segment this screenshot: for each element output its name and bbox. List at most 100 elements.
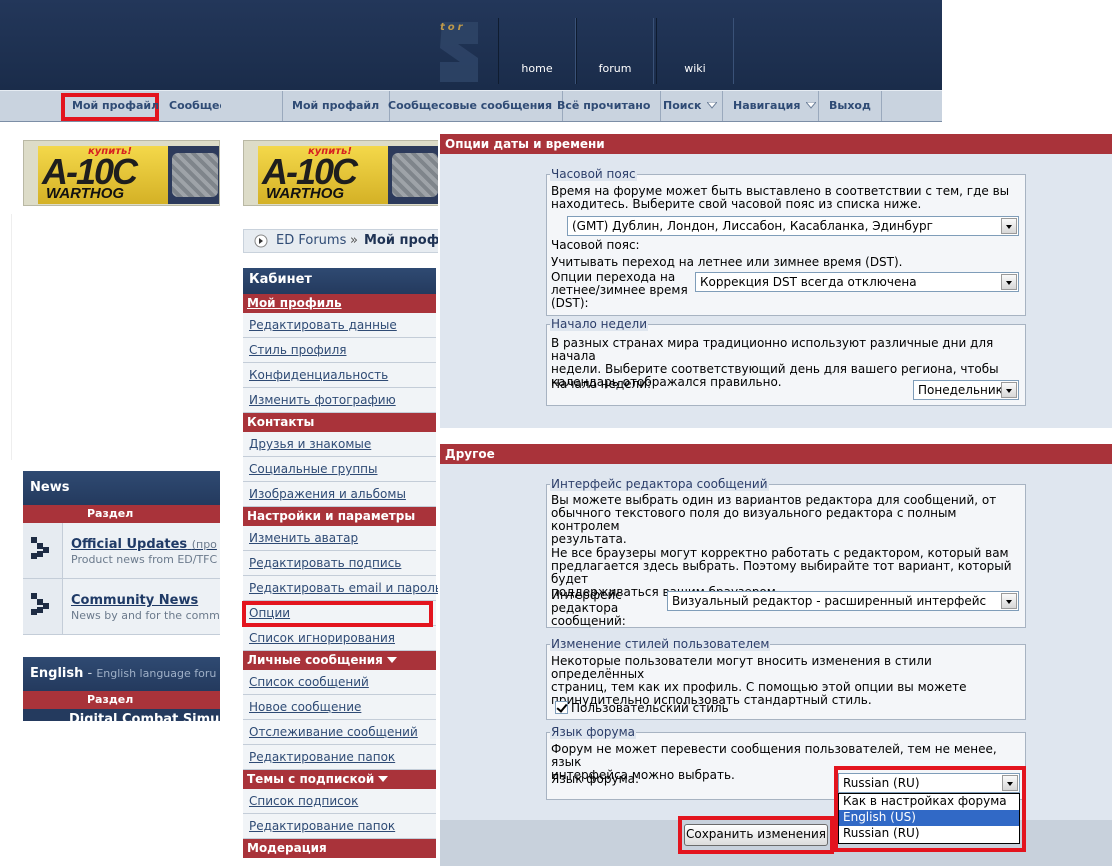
cabinet-link[interactable]: Список подписок — [243, 789, 436, 814]
cabinet-link[interactable]: Редактирование папок — [243, 745, 436, 770]
dst-select[interactable]: Коррекция DST всегда отключена — [695, 272, 1019, 292]
dst-desc: Учитывать переход на летнее или зимнее в… — [551, 255, 903, 269]
cabinet-link[interactable]: Список сообщений — [243, 670, 436, 695]
cabinet-section-title: Контакты — [247, 415, 315, 429]
nav-community-left[interactable]: Сообщес — [159, 91, 221, 121]
news-header[interactable]: News — [23, 471, 220, 505]
chevron-down-icon[interactable] — [378, 776, 389, 782]
nav-search-label: Поиск — [663, 99, 702, 112]
week-start-select[interactable]: Понедельник — [913, 380, 1019, 400]
cabinet-section-title: Настройки и параметры — [247, 509, 416, 523]
cabinet-link[interactable]: Список игнорирования — [243, 626, 436, 651]
cabinet-menu: Мой профиль Редактировать данные Стиль про… — [243, 294, 442, 858]
english-desc: English language foru — [96, 667, 217, 680]
editor-select[interactable]: Визуальный редактор - расширенный интерф… — [667, 591, 1019, 611]
nav-my-profile[interactable]: Мой профайл — [282, 91, 391, 121]
next-forum-row[interactable]: Digital Combat Simul — [23, 709, 220, 721]
cabinet-section-header[interactable]: Личные сообщения — [243, 651, 436, 670]
chevron-down-icon — [706, 101, 719, 109]
cabinet-link[interactable]: Социальные группы — [243, 457, 436, 482]
breadcrumb-separator: » — [350, 233, 358, 248]
forum-title-community-news[interactable]: Community News — [71, 593, 198, 608]
nav-arrow-icon[interactable] — [254, 234, 268, 248]
cabinet-link[interactable]: Отслеживание сообщений — [243, 720, 436, 745]
timezone-fieldset: Часовой пояс Время на форуме может быть … — [546, 167, 1026, 316]
options-highlight — [242, 601, 433, 627]
breadcrumb-current: Мой проф — [364, 233, 440, 248]
nav-navigation-label: Навигация — [733, 99, 801, 112]
chevron-down-icon — [805, 101, 818, 109]
chevron-down-icon[interactable] — [386, 657, 397, 663]
cabinet-section-header[interactable]: Темы с подпиской — [243, 770, 436, 789]
forum-title-official-updates[interactable]: Official Updates (про — [71, 537, 217, 552]
user-styles-fieldset: Изменение стилей пользователем Некоторые… — [546, 637, 1026, 720]
user-style-checkbox-label[interactable]: Пользовательский стиль — [571, 702, 729, 715]
cabinet-link[interactable]: Изменить аватар — [243, 526, 436, 551]
language-option[interactable]: Как в настройках форума — [839, 794, 1019, 810]
nav-search[interactable]: Поиск — [653, 91, 723, 121]
main-navbar: Мой профайл Сообщес Мой профайл Сообщесо… — [0, 90, 942, 122]
timezone-select[interactable]: (GMT) Дублин, Лондон, Лиссабон, Касаблан… — [567, 216, 1019, 236]
nav-community-messages[interactable]: Сообщесовые сообщения — [378, 91, 564, 121]
language-option-highlighted[interactable]: English (US) — [839, 810, 1019, 826]
cabinet-section-header[interactable]: Мой профиль — [243, 294, 436, 313]
cabinet-link[interactable]: Редактирование папок — [243, 814, 436, 839]
user-styles-legend: Изменение стилей пользователем — [550, 637, 771, 651]
timezone-legend: Часовой пояс — [550, 167, 637, 181]
nav-mark-all-read[interactable]: Всё прочитано — [547, 91, 662, 121]
cabinet-section-title: Модерация — [247, 841, 327, 855]
cabinet-link[interactable]: Редактировать подпись — [243, 551, 436, 576]
cabinet-link[interactable]: Редактировать данные — [243, 313, 436, 338]
forum-icon — [31, 537, 49, 559]
nav-my-profile-left[interactable]: Мой профайл — [62, 91, 169, 121]
cabinet-link[interactable]: Изображения и альбомы — [243, 482, 436, 507]
banner-ad-left[interactable]: купить! A-10C WARTHOG — [23, 140, 220, 206]
section-label: Раздел — [23, 505, 220, 523]
plane-image — [392, 153, 438, 197]
cabinet-section-header[interactable]: Модерация — [243, 839, 436, 858]
cabinet-section-title: Мой профиль — [247, 296, 342, 310]
breadcrumb: ED Forums » Мой проф — [243, 229, 440, 253]
next-forum-title[interactable]: Digital Combat Simul — [69, 712, 220, 721]
plane-image — [172, 153, 218, 197]
user-style-checkbox[interactable] — [555, 701, 568, 714]
site-header: tor home forum wiki — [0, 0, 942, 90]
left-blank-area — [11, 214, 220, 460]
forum-row[interactable]: Community News News by and for the comm — [23, 579, 220, 635]
cabinet-link[interactable]: Редактировать email и пароль — [243, 576, 442, 601]
cabinet-link[interactable]: Стиль профиля — [243, 338, 436, 363]
dst-label: Опции перехода на летнее/зимнее время (DST… — [551, 270, 688, 310]
language-option[interactable]: Russian (RU) — [839, 826, 1019, 842]
timezone-desc: Время на форуме может быть выставлено в … — [551, 184, 1010, 211]
english-separator: - — [83, 666, 97, 681]
tab-home[interactable]: home — [498, 18, 576, 84]
banner-subtitle: WARTHOG — [266, 185, 345, 202]
week-start-label: Начало недели: — [551, 377, 652, 391]
editor-desc: Вы можете выбрать один из вариантов реда… — [551, 493, 997, 546]
forum-desc: Product news from ED/TFC — [71, 553, 218, 566]
forum-icon — [31, 593, 49, 615]
save-changes-button[interactable]: Сохранить изменения — [684, 824, 828, 846]
forum-desc: News by and for the comm — [71, 609, 220, 622]
cabinet-link[interactable]: Новое сообщение — [243, 695, 436, 720]
nav-logout[interactable]: Выход — [819, 91, 882, 121]
english-header[interactable]: English - English language foru — [23, 657, 220, 691]
language-select[interactable]: Russian (RU) — [838, 773, 1020, 793]
timezone-label: Часовой пояс: — [551, 238, 640, 252]
language-label: Язык форума: — [551, 772, 640, 786]
tab-forum[interactable]: forum — [576, 18, 654, 84]
cabinet-section-title: Личные сообщения — [247, 653, 383, 667]
banner-ad-middle[interactable]: купить! A-10C WARTHOG — [243, 140, 440, 206]
nav-navigation[interactable]: Навигация — [723, 91, 819, 121]
cabinet-link[interactable]: Изменить фотографию — [243, 388, 436, 413]
datetime-panel: Часовой пояс Время на форуме может быть … — [440, 154, 1112, 428]
cabinet-link[interactable]: Друзья и знакомые — [243, 432, 436, 457]
breadcrumb-home[interactable]: ED Forums — [276, 230, 346, 252]
forum-row[interactable]: Official Updates (про Product news from … — [23, 523, 220, 579]
language-dropdown-list: Как в настройках форума English (US) Rus… — [838, 793, 1020, 844]
logo-letters: tor — [440, 22, 466, 33]
cabinet-link[interactable]: Конфиденциальность — [243, 363, 436, 388]
cabinet-section-header[interactable]: Контакты — [243, 413, 436, 432]
tab-wiki[interactable]: wiki — [656, 18, 734, 84]
cabinet-section-header[interactable]: Настройки и параметры — [243, 507, 436, 526]
